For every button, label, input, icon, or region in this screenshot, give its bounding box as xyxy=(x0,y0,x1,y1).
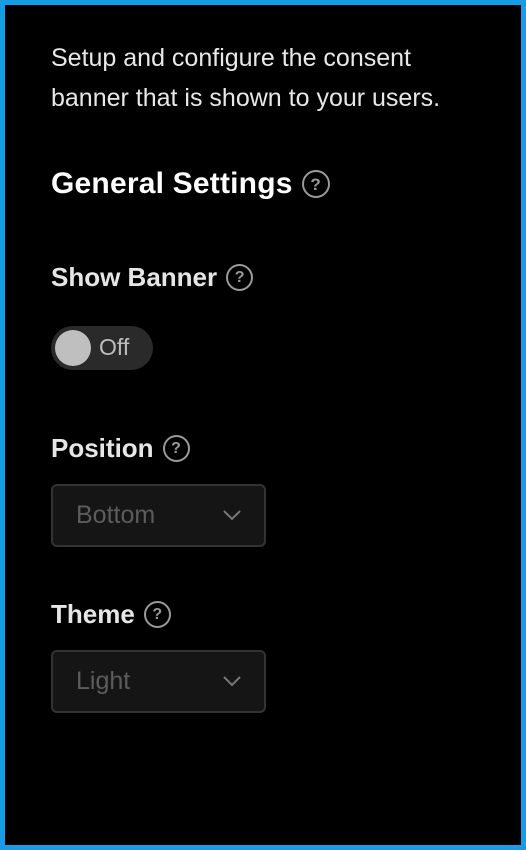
settings-window: Setup and configure the consent banner t… xyxy=(0,0,526,850)
position-select[interactable]: Bottom xyxy=(51,484,266,547)
toggle-state-label: Off xyxy=(99,334,130,360)
theme-label: Theme ? xyxy=(51,599,491,630)
chevron-down-icon xyxy=(223,676,241,687)
chevron-down-icon xyxy=(223,510,241,521)
help-circle-icon[interactable]: ? xyxy=(162,435,190,462)
panel-description: Setup and configure the consent banner t… xyxy=(51,44,441,112)
theme-select[interactable]: Light xyxy=(51,650,266,713)
show-banner-label-text: Show Banner xyxy=(51,262,218,292)
theme-select-value: Light xyxy=(76,667,131,695)
position-select-value: Bottom xyxy=(76,501,156,529)
help-circle-icon[interactable]: ? xyxy=(301,170,330,198)
show-banner-label: Show Banner ? xyxy=(51,262,491,293)
toggle-knob xyxy=(55,330,91,366)
position-label-text: Position xyxy=(51,433,154,463)
section-title: General Settings xyxy=(51,167,293,200)
position-label: Position ? xyxy=(51,433,491,464)
help-circle-icon[interactable]: ? xyxy=(226,264,254,291)
consent-banner-settings-panel: Setup and configure the consent banner t… xyxy=(51,38,491,713)
help-circle-icon[interactable]: ? xyxy=(143,601,171,628)
general-settings-header: General Settings ? xyxy=(51,167,491,201)
show-banner-toggle[interactable]: Off xyxy=(51,326,153,370)
theme-label-text: Theme xyxy=(51,599,135,629)
